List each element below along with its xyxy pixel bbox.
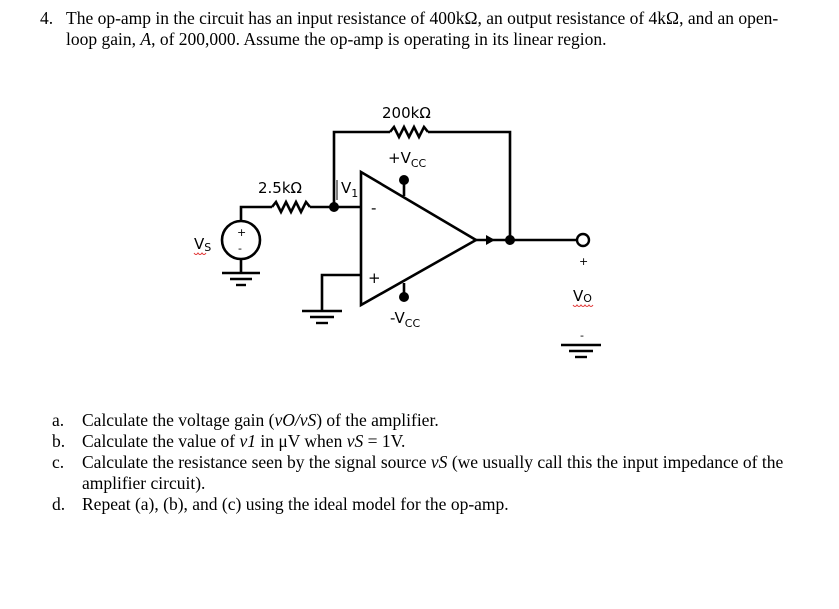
part-c: c. Calculate the resistance seen by the … [52,452,784,493]
neg-supply-label: -VCC [390,309,420,330]
question-parts: a. Calculate the voltage gain (vO/vS) of… [52,410,812,515]
spellcheck-underline [572,304,594,307]
input-resistor-label: 2.5kΩ [258,179,302,197]
pos-supply-label: +VCC [388,149,427,170]
input-resistor [270,199,312,215]
part-d: d. Repeat (a), (b), and (c) using the id… [52,494,509,514]
output-minus-sign: - [580,329,584,342]
feedback-resistor [388,124,430,140]
ground-icon [222,271,260,287]
source-top-wire [239,205,272,221]
output-plus-sign: + [579,255,588,268]
source-minus-sign: - [238,242,242,255]
output-arrow-icon [486,235,495,245]
neg-supply-dot [399,292,409,302]
source-label: VS [194,235,211,254]
node-v1-label: V1 [341,179,358,200]
source-plus-sign: + [237,226,246,239]
noninverting-input-sign: + [368,269,381,287]
output-label: VO [573,287,592,305]
feedback-resistor-label: 200kΩ [382,104,431,122]
feedback-wire-right [428,130,512,240]
circuit-diagram: 200kΩ 2.5kΩ V1 VS + - - + +VCC -VCC + VO… [193,104,601,359]
noninverting-wire [320,273,361,310]
part-b: b. Calculate the value of v1 in μV when … [52,431,406,451]
node-v1-dot [329,202,339,212]
pos-supply-dot [399,175,409,185]
inverting-input-sign: - [371,199,376,217]
part-a: a. Calculate the voltage gain (vO/vS) of… [52,410,439,430]
ground-icon [302,309,342,325]
output-node-dot [505,235,515,245]
ground-icon [561,343,601,359]
output-terminal [575,232,591,248]
ground-symbols [222,271,601,359]
